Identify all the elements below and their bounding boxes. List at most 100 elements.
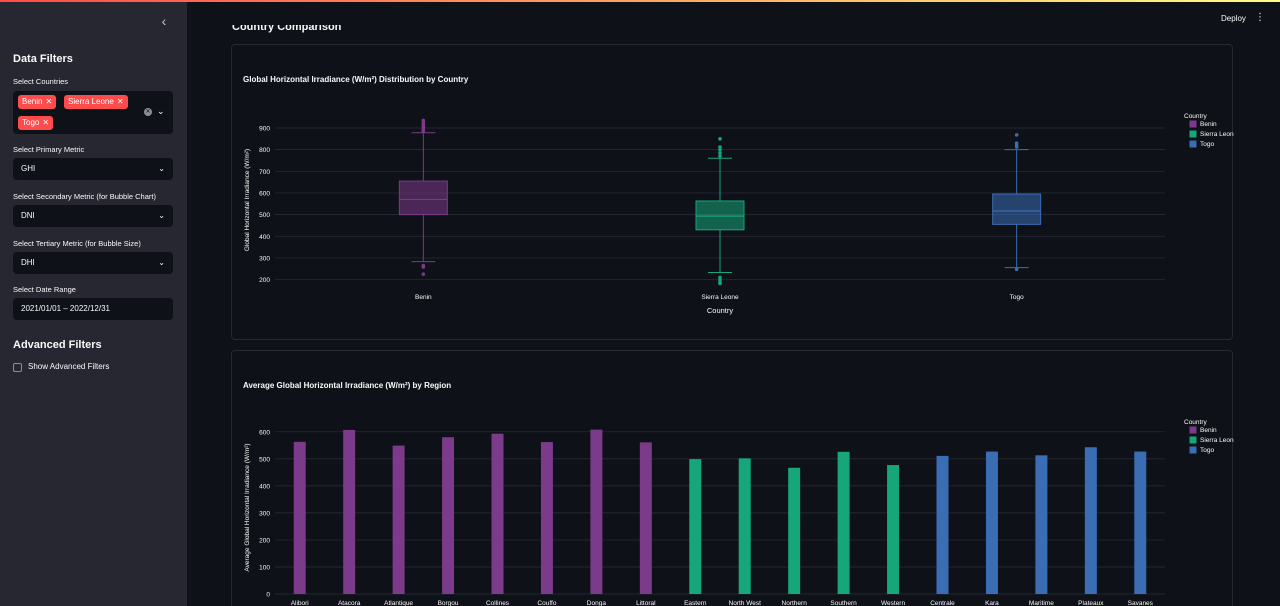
x-tick-label: Collines xyxy=(486,600,510,606)
country-tag-sierra-leone[interactable]: Sierra Leone ✕ xyxy=(64,95,128,109)
date-range-label: Select Date Range xyxy=(13,285,76,294)
tertiary-metric-select[interactable]: DHI ⌄ xyxy=(13,252,173,274)
chevron-left-icon[interactable]: ‹ xyxy=(157,14,171,28)
x-tick-label: Western xyxy=(881,600,905,606)
legend-swatch-benin xyxy=(1189,120,1197,128)
secondary-metric-select[interactable]: DNI ⌄ xyxy=(13,205,173,227)
box-chart[interactable]: 200300400500600700800900Global Horizonta… xyxy=(232,45,1234,341)
y-tick-label: 500 xyxy=(259,456,270,463)
bar-north-west xyxy=(738,458,751,594)
bar-borgou xyxy=(442,437,455,594)
x-tick-label: North West xyxy=(729,600,762,606)
x-tick-label: Atlantique xyxy=(384,600,413,606)
legend-title: Country xyxy=(1184,419,1208,426)
outlier-point xyxy=(421,118,426,123)
country-tag-benin[interactable]: Benin ✕ xyxy=(18,95,57,109)
close-icon[interactable]: ✕ xyxy=(42,118,49,127)
advanced-filters-title: Advanced Filters xyxy=(13,339,102,351)
select-value: GHI xyxy=(21,164,36,173)
x-tick-label: Maritime xyxy=(1029,600,1054,606)
outlier-point xyxy=(718,275,722,280)
deploy-button[interactable]: Deploy xyxy=(1221,14,1246,23)
legend-swatch-togo xyxy=(1189,140,1197,148)
close-icon[interactable]: ✕ xyxy=(45,97,52,106)
advanced-filters-checkbox[interactable] xyxy=(13,363,22,372)
bar-western xyxy=(887,465,900,594)
kebab-menu-icon[interactable]: ⋮ xyxy=(1255,12,1265,23)
legend-label: Benin xyxy=(1200,121,1217,128)
chevron-down-icon[interactable]: ⌄ xyxy=(157,106,165,117)
x-tick-label: Borgou xyxy=(438,600,459,606)
bar-southern xyxy=(837,451,850,594)
chevron-down-icon: ⌄ xyxy=(158,211,165,220)
y-tick-label: 600 xyxy=(259,190,270,197)
outlier-point xyxy=(718,145,722,149)
x-tick-label: Centrale xyxy=(930,600,955,606)
primary-metric-select[interactable]: GHI ⌄ xyxy=(13,158,173,180)
tag-label: Benin xyxy=(22,97,43,106)
chevron-down-icon: ⌄ xyxy=(158,258,165,267)
x-tick-label: Southern xyxy=(830,600,857,606)
secondary-metric-label: Select Secondary Metric (for Bubble Char… xyxy=(13,192,156,201)
x-tick-label: Togo xyxy=(1010,294,1024,301)
bar-atacora xyxy=(343,429,356,594)
tag-label: Sierra Leone xyxy=(68,97,114,106)
bar-couffo xyxy=(540,442,553,594)
bar-northern xyxy=(788,467,801,594)
primary-metric-label: Select Primary Metric xyxy=(13,145,85,154)
x-tick-label: Kara xyxy=(985,600,999,606)
clear-all-icon[interactable]: ✕ xyxy=(144,108,152,116)
bar-littoral xyxy=(639,442,652,594)
country-tag-togo[interactable]: Togo ✕ xyxy=(18,116,54,130)
y-tick-label: 300 xyxy=(259,510,270,517)
x-tick-label: Couffo xyxy=(537,600,556,606)
box-benin xyxy=(398,180,448,216)
bar-alibori xyxy=(293,441,306,594)
bar-collines xyxy=(491,433,504,594)
y-tick-label: 900 xyxy=(259,125,270,132)
main-content: Country Comparison Deploy ⋮ Global Horiz… xyxy=(187,0,1280,606)
y-tick-label: 600 xyxy=(259,429,270,436)
legend-swatch-sierra-leone xyxy=(1189,130,1197,138)
countries-label: Select Countries xyxy=(13,77,69,86)
legend-swatch-sierra-leone xyxy=(1189,436,1197,444)
date-value: 2021/01/01 – 2022/12/31 xyxy=(21,304,110,313)
legend-label: Togo xyxy=(1200,141,1214,148)
box-sierra-leone xyxy=(695,200,745,231)
x-tick-label: Eastern xyxy=(684,600,707,606)
x-tick-label: Plateaux xyxy=(1078,600,1104,606)
legend-label: Togo xyxy=(1200,447,1214,454)
x-tick-label: Donga xyxy=(587,600,607,606)
y-tick-label: 200 xyxy=(259,537,270,544)
top-decoration-bar xyxy=(0,0,1280,2)
outlier-point xyxy=(718,137,722,141)
y-axis-label: Global Horizontal Irradiance (W/m²) xyxy=(244,149,251,251)
outlier-point xyxy=(718,154,722,158)
bar-savanes xyxy=(1134,451,1147,594)
bar-donga xyxy=(590,429,603,594)
bar-atlantique xyxy=(392,445,405,594)
legend-label: Sierra Leone xyxy=(1200,437,1234,444)
select-value: DHI xyxy=(21,258,35,267)
x-tick-label: Atacora xyxy=(338,600,361,606)
legend-title: Country xyxy=(1184,113,1208,120)
advanced-filters-checkbox-label[interactable]: Show Advanced Filters xyxy=(28,362,109,371)
y-tick-label: 300 xyxy=(259,255,270,262)
y-axis-label: Average Global Horizontal Irradiance (W/… xyxy=(244,443,251,571)
tag-label: Togo xyxy=(22,118,40,127)
y-tick-label: 400 xyxy=(259,483,270,490)
date-range-input[interactable]: 2021/01/01 – 2022/12/31 xyxy=(13,298,173,320)
bar-kara xyxy=(985,451,998,594)
section-title: Country Comparison xyxy=(232,21,342,33)
x-tick-label: Littoral xyxy=(636,600,656,606)
x-axis-label: Country xyxy=(707,306,734,315)
y-tick-label: 400 xyxy=(259,234,270,241)
legend-label: Sierra Leone xyxy=(1200,131,1234,138)
box-togo xyxy=(992,193,1042,225)
x-tick-label: Alibori xyxy=(291,600,309,606)
x-tick-label: Savanes xyxy=(1128,600,1154,606)
bar-chart[interactable]: 0 100 200 300 400 500 600 Average Global Horizo… xyxy=(232,351,1234,606)
outlier-point xyxy=(1014,141,1019,145)
close-icon[interactable]: ✕ xyxy=(117,97,124,106)
legend-label: Benin xyxy=(1200,427,1217,434)
